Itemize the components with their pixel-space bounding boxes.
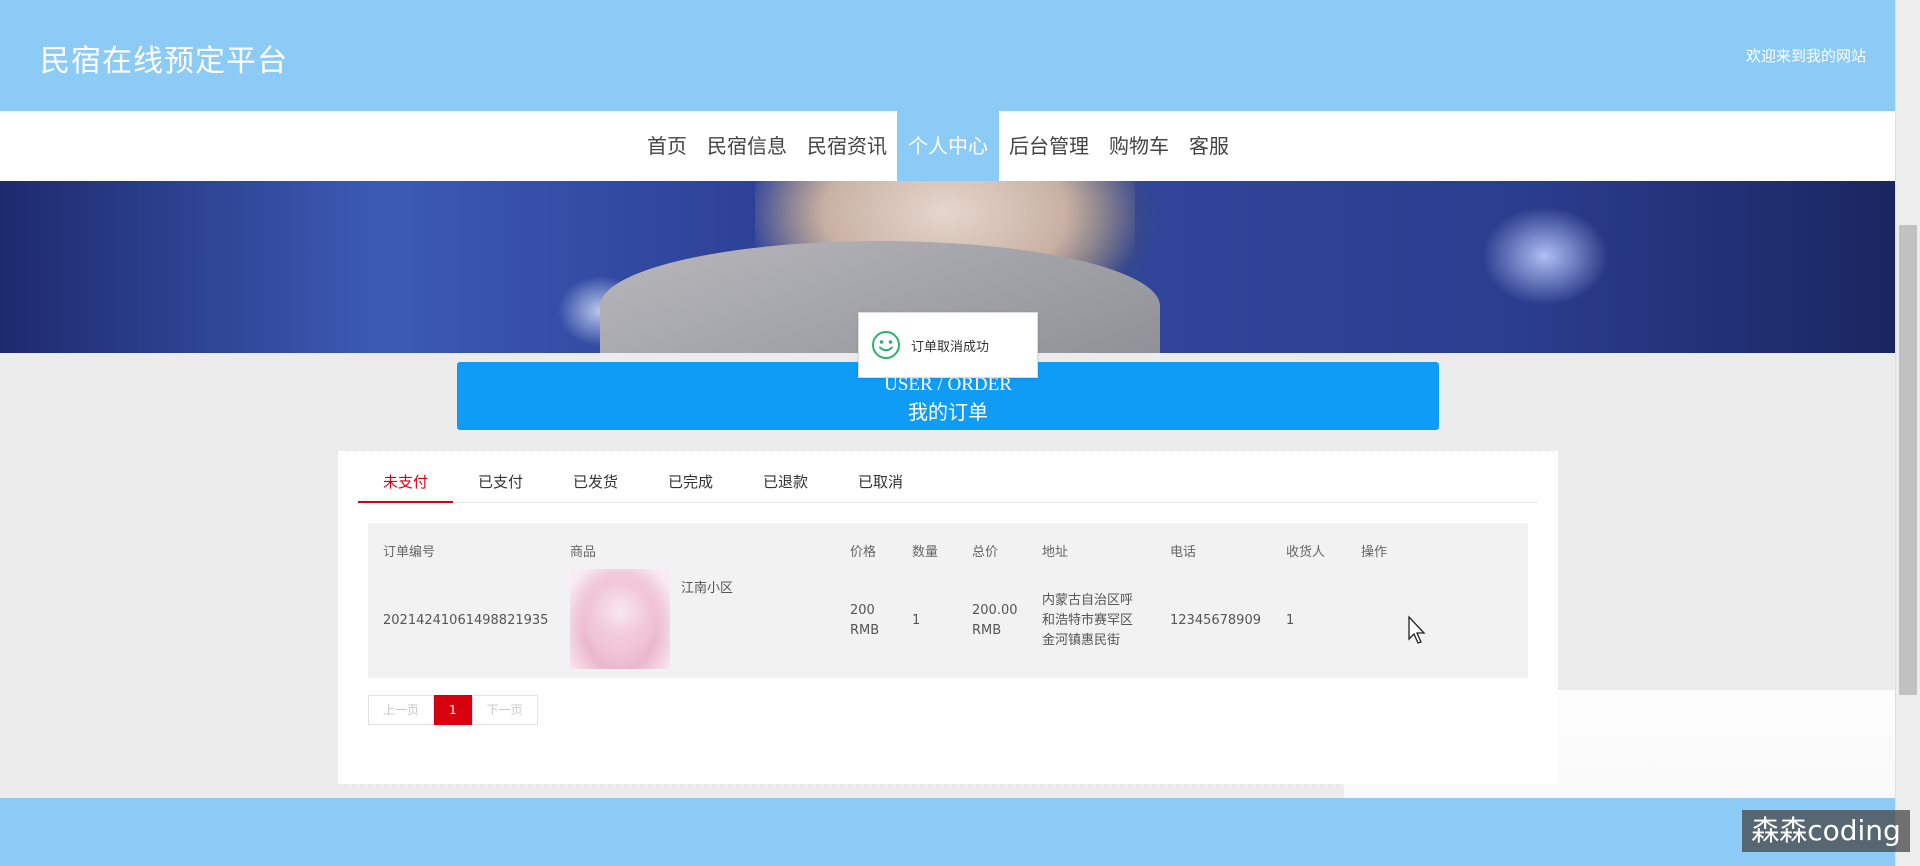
welcome-text: 欢迎来到我的网站 [1745,47,1866,65]
nav-item-personal-center[interactable]: 个人中心 [897,111,999,181]
toast-notification: 订单取消成功 [858,312,1038,378]
site-title[interactable]: 民宿在线预定平台 [40,36,288,80]
main-nav: 首页 民宿信息 民宿资讯 个人中心 后台管理 购物车 客服 [0,111,1896,181]
scrollbar-thumb[interactable] [1899,225,1917,695]
page-1-button[interactable]: 1 [434,695,472,725]
page-scrollbar[interactable] [1895,0,1920,866]
col-action: 操作 [1361,545,1388,560]
tab-unpaid[interactable]: 未支付 [358,471,453,503]
col-phone: 电话 [1170,545,1197,560]
product-name[interactable]: 江南小区 [681,579,733,599]
pagination: 上一页 1 下一页 [368,695,538,725]
order-table: 订单编号 商品 价格 数量 总价 地址 电话 收货人 操作 2021424106… [368,523,1528,678]
tab-paid[interactable]: 已支付 [453,471,548,501]
order-number: 20214241061498821935 [383,613,549,628]
watermark: 森森coding [1742,810,1910,852]
col-receiver: 收货人 [1286,545,1326,560]
receiver-value: 1 [1286,613,1295,628]
nav-item-home[interactable]: 首页 [637,111,697,181]
toast-message: 订单取消成功 [911,339,990,355]
mouse-cursor-icon [1408,615,1426,644]
product-thumbnail[interactable] [570,569,670,669]
tab-completed[interactable]: 已完成 [643,471,738,501]
phone-value: 12345678909 [1170,613,1261,628]
col-order-no: 订单编号 [383,545,436,560]
nav-item-homestay-news[interactable]: 民宿资讯 [797,111,897,181]
price-unit: RMB [850,623,880,638]
col-price: 价格 [850,545,877,560]
top-header: 民宿在线预定平台 欢迎来到我的网站 [0,0,1896,111]
nav-item-customer-service[interactable]: 客服 [1179,111,1239,181]
nav-item-cart[interactable]: 购物车 [1099,111,1179,181]
tab-shipped[interactable]: 已发货 [548,471,643,501]
order-status-tabs: 未支付 已支付 已发货 已完成 已退款 已取消 [358,471,1538,503]
nav-item-admin[interactable]: 后台管理 [999,111,1099,181]
col-address: 地址 [1042,545,1069,560]
smile-icon [872,331,900,359]
nav-item-homestay-info[interactable]: 民宿信息 [697,111,797,181]
col-total: 总价 [972,545,999,560]
address-line-3: 金河镇惠民街 [1042,633,1121,648]
next-page-button[interactable]: 下一页 [471,695,538,725]
total-unit: RMB [972,623,1002,638]
prev-page-button[interactable]: 上一页 [368,695,435,725]
col-qty: 数量 [912,545,939,560]
total-value: 200.00 [972,603,1018,618]
address-line-2: 和浩特市赛罕区 [1042,613,1134,628]
footer [0,798,1896,866]
tab-cancelled[interactable]: 已取消 [833,471,928,501]
col-product: 商品 [570,545,597,560]
order-header-cn: 我的订单 [908,402,988,424]
address-line-1: 内蒙古自治区呼 [1042,593,1134,608]
price-value: 200 [850,603,875,618]
tab-refunded[interactable]: 已退款 [738,471,833,501]
quantity-value: 1 [912,613,921,628]
